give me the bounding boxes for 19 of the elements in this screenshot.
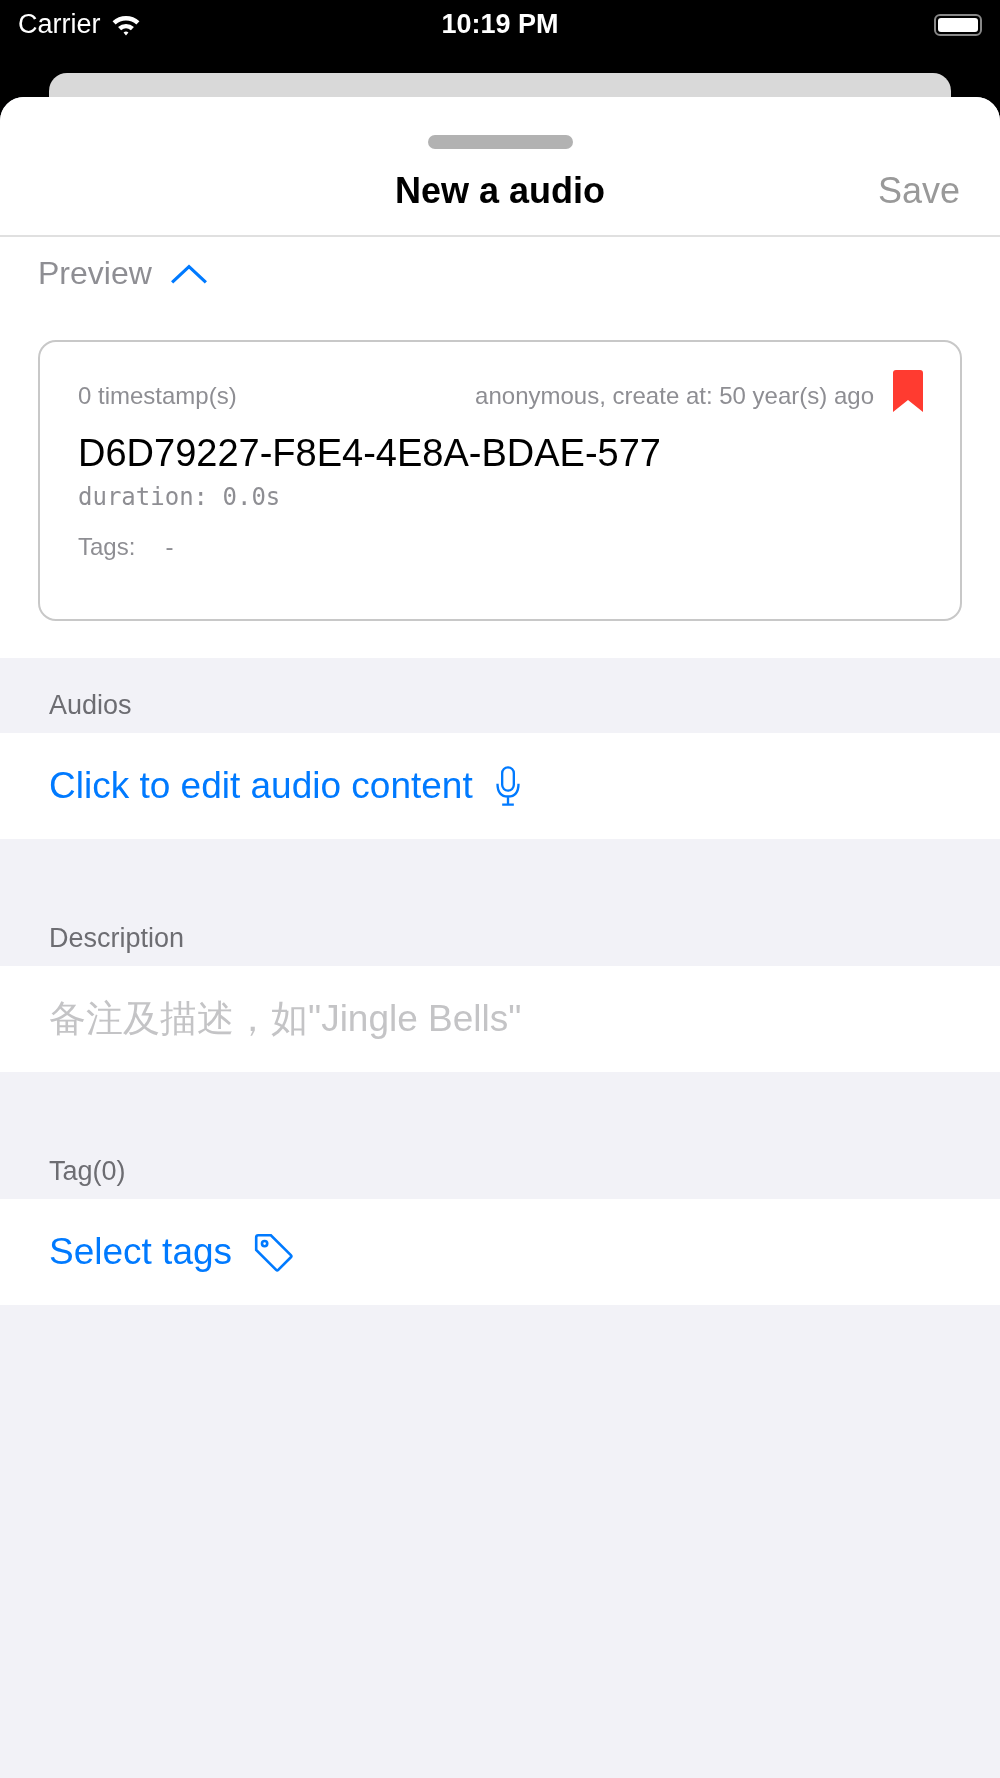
wifi-icon [110, 13, 141, 36]
tags-value: - [165, 533, 174, 561]
creator-info: anonymous, create at: 50 year(s) ago [475, 382, 874, 410]
tags-label: Tags: [78, 533, 136, 561]
duration-label: duration: 0.0s [78, 483, 282, 511]
timestamp-count: 0 timestamp(s) [78, 382, 237, 410]
link-button[interactable]: Click to edit audio content [49, 765, 523, 807]
section-header: Audios [48, 689, 133, 722]
carrier-label: Carrier [18, 9, 101, 40]
tag-icon [252, 1231, 295, 1273]
audio-name: D6D79227-F8E4-4E8A-BDAE-577 [78, 432, 662, 475]
sheet-title: New a audio [394, 170, 605, 212]
battery-icon [934, 13, 982, 36]
section-header: Description [48, 922, 186, 955]
drag-handle[interactable] [427, 135, 573, 149]
link-button[interactable]: Select tags [49, 1231, 295, 1273]
section-header: Tag(0) [48, 1155, 127, 1188]
status-time: 10:19 PM [440, 9, 560, 40]
preview-toggle[interactable]: Preview [38, 255, 208, 292]
